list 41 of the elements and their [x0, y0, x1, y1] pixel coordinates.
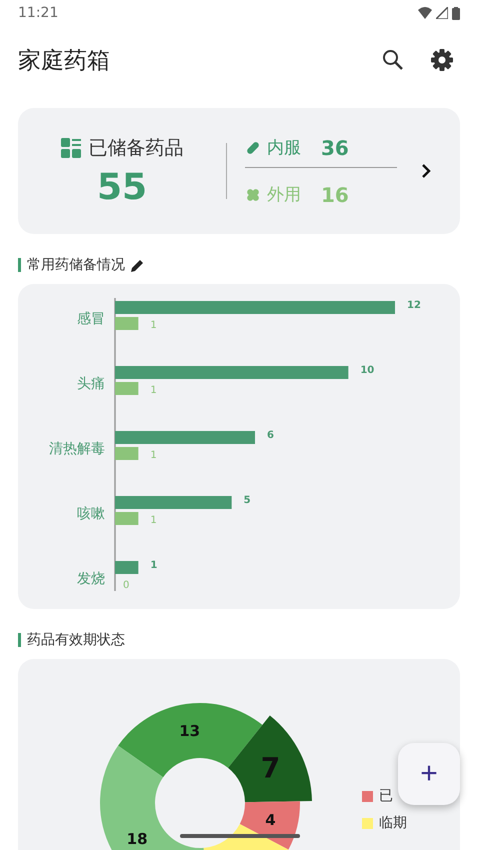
value-label: 12 — [407, 300, 421, 311]
category-label: 发烧 — [77, 571, 105, 587]
status-time: 11:21 — [18, 5, 58, 21]
type-count: 16 — [321, 182, 349, 206]
section-title: 药品有效期状态 — [27, 631, 125, 649]
slice-label: 4 — [265, 810, 276, 829]
value-label: 1 — [150, 385, 157, 396]
category-label: 咳嗽 — [77, 506, 105, 522]
section-title: 常用药储备情况 — [27, 256, 125, 274]
value-label: 0 — [123, 580, 130, 591]
chevron-right-icon — [421, 164, 431, 178]
value-label: 10 — [360, 365, 374, 376]
search-icon — [382, 49, 404, 71]
app-title: 家庭药箱 — [18, 46, 111, 76]
battery-icon — [452, 6, 460, 20]
signal-icon — [436, 7, 448, 19]
slice-label: 7 — [260, 751, 280, 784]
add-button[interactable]: + — [398, 743, 460, 805]
bandage-icon — [245, 186, 261, 202]
value-label: 1 — [150, 515, 157, 526]
pencil-icon[interactable] — [131, 258, 144, 272]
value-label: 1 — [150, 450, 157, 461]
value-label: 5 — [244, 495, 251, 506]
slice-label: 13 — [179, 722, 200, 740]
category-label: 头痛 — [77, 376, 105, 392]
category-label: 清热解毒 — [49, 441, 105, 457]
category-label: 感冒 — [77, 311, 105, 327]
legend-label: 临期 — [379, 814, 407, 832]
slice-label: 18 — [126, 830, 148, 848]
value-label: 1 — [150, 320, 157, 331]
value-label: 6 — [267, 430, 274, 441]
value-label: 1 — [150, 560, 158, 571]
grid-icon — [60, 138, 80, 158]
stock-label: 已储备药品 — [88, 136, 184, 160]
wifi-icon — [418, 7, 432, 19]
stock-total: 55 — [96, 166, 148, 208]
legend-label: 已 — [379, 787, 393, 805]
type-count: 36 — [321, 136, 349, 160]
type-label: 外用 — [267, 184, 301, 206]
type-label: 内服 — [267, 137, 301, 159]
summary-card[interactable]: 已储备药品 55 内服 36 外用 16 — [18, 108, 460, 234]
